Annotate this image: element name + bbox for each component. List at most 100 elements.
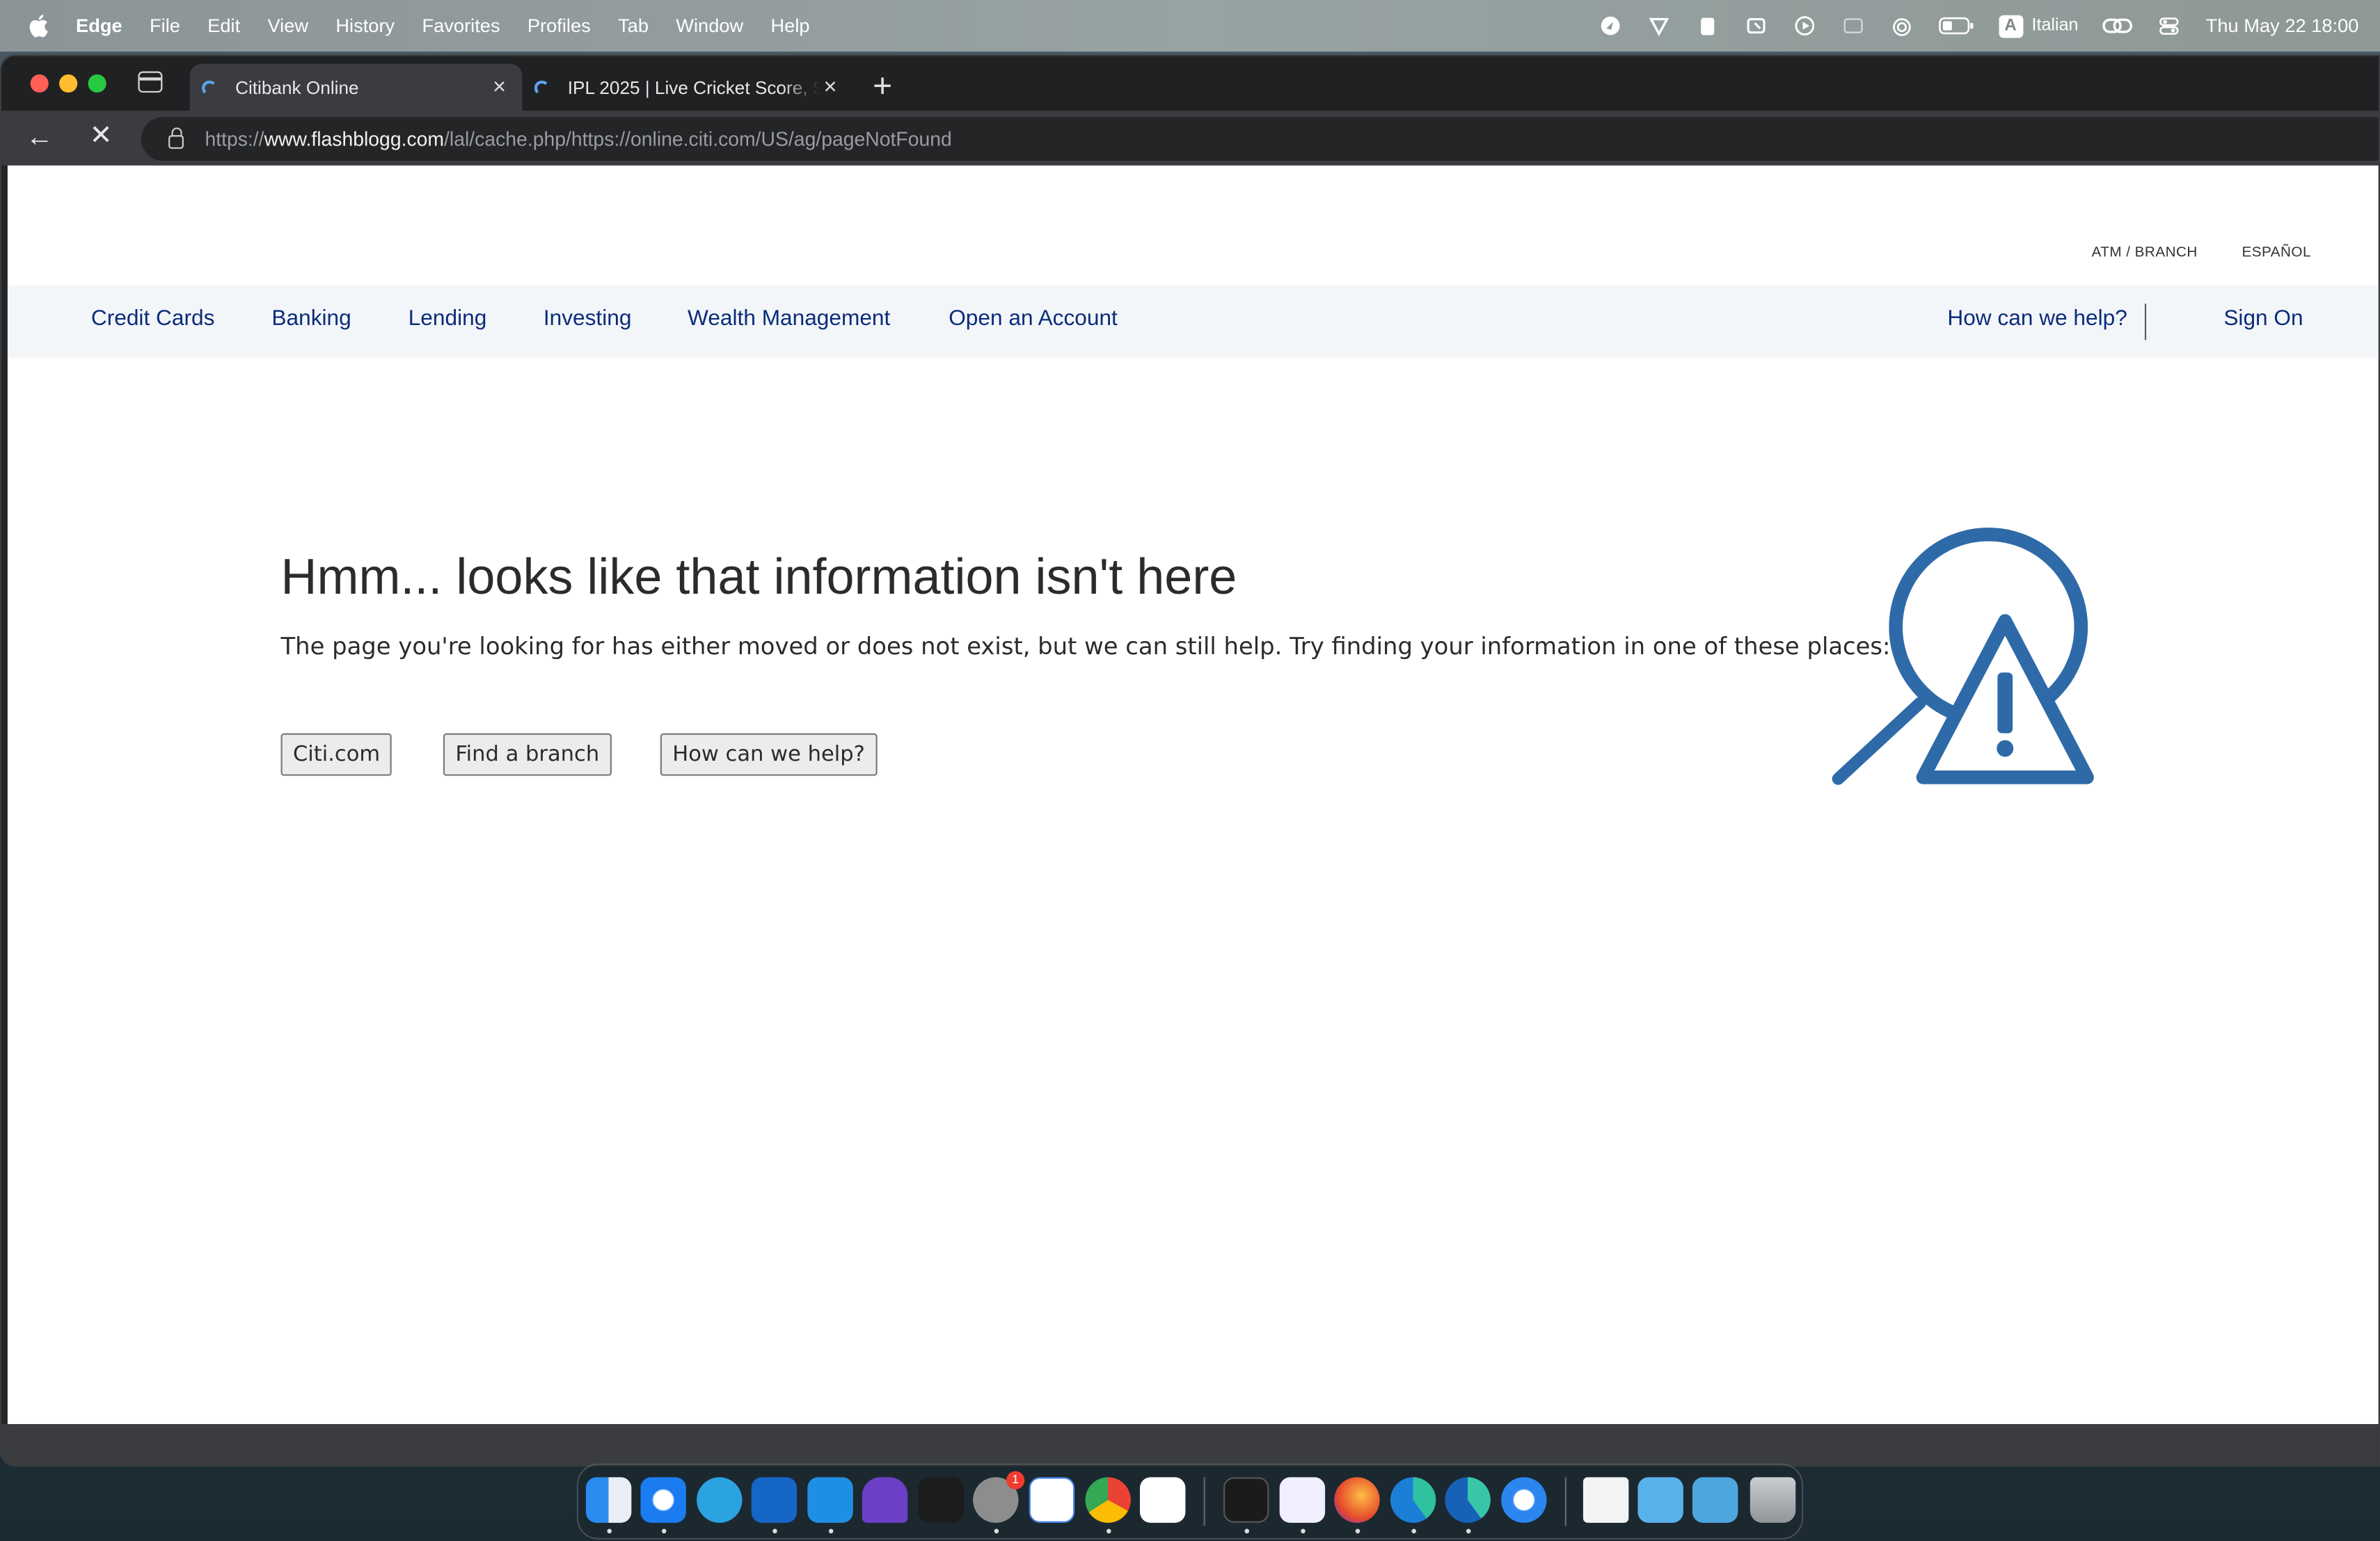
airdrop-status-icon[interactable] <box>1889 15 1914 37</box>
close-tab-icon[interactable]: × <box>820 74 841 100</box>
control-center-icon[interactable] <box>2157 15 2182 37</box>
menu-favorites[interactable]: Favorites <box>422 15 500 37</box>
nav-wealth-management[interactable]: Wealth Management <box>688 307 890 331</box>
clipboard-status-icon[interactable] <box>1695 15 1719 37</box>
running-indicator <box>1244 1528 1250 1534</box>
running-indicator <box>607 1528 612 1534</box>
battery-icon[interactable] <box>1937 15 1974 37</box>
dock: 1 <box>576 1463 1804 1540</box>
lock-icon[interactable] <box>168 127 184 149</box>
sidebar-status-icon[interactable] <box>1841 15 1865 37</box>
docs-icon[interactable] <box>1029 1477 1075 1523</box>
main-nav: Credit Cards Banking Lending Investing W… <box>7 285 2379 356</box>
moodle-icon[interactable] <box>1140 1477 1186 1523</box>
nav-lending[interactable]: Lending <box>408 307 487 331</box>
error-title: Hmm... looks like that information isn't… <box>280 548 1237 605</box>
running-indicator <box>661 1528 667 1534</box>
tab-ipl[interactable]: IPL 2025 | Live Cricket Score, S × <box>522 64 852 111</box>
nav-help[interactable]: How can we help? <box>1947 307 2127 331</box>
link-status-icon[interactable] <box>2102 15 2133 37</box>
safari-alt-icon[interactable] <box>1501 1477 1547 1523</box>
menu-app-name[interactable]: Edge <box>76 15 122 37</box>
trash-icon[interactable] <box>1750 1477 1796 1523</box>
new-tab-button[interactable]: + <box>873 67 892 106</box>
citi-com-button[interactable]: Citi.com <box>280 733 392 776</box>
running-indicator <box>772 1528 777 1534</box>
edge-beta-icon[interactable] <box>1445 1477 1491 1523</box>
menu-edit[interactable]: Edit <box>207 15 240 37</box>
tab-bar: Citibank Online × IPL 2025 | Live Cricke… <box>1 56 2379 111</box>
loading-spinner-icon <box>202 79 217 95</box>
file-icon[interactable] <box>1582 1477 1629 1523</box>
notification-badge: 1 <box>1006 1471 1025 1489</box>
clock[interactable]: Thu May 22 18:00 <box>2206 15 2359 37</box>
chrome-icon[interactable] <box>1085 1477 1131 1523</box>
dock-separator <box>1564 1477 1566 1526</box>
nav-credit-cards[interactable]: Credit Cards <box>91 307 215 331</box>
figma-icon[interactable] <box>918 1477 965 1523</box>
web-page: ATM / BRANCH ESPAÑOL Credit Cards Bankin… <box>7 165 2379 1425</box>
browser-bottom-bar <box>1 1424 2379 1465</box>
find-branch-button[interactable]: Find a branch <box>443 733 612 776</box>
menu-view[interactable]: View <box>267 15 308 37</box>
running-indicator <box>828 1528 834 1534</box>
menu-help[interactable]: Help <box>770 15 809 37</box>
menu-bar: Edge File Edit View History Favorites Pr… <box>0 0 2380 52</box>
address-bar[interactable]: https://www.flashblogg.com/lal/cache.php… <box>141 116 2379 161</box>
outlook-icon[interactable] <box>751 1477 798 1523</box>
play-status-icon[interactable] <box>1792 15 1816 37</box>
navigation-status-icon[interactable] <box>1598 15 1622 37</box>
menu-profiles[interactable]: Profiles <box>527 15 591 37</box>
proton-vpn-icon[interactable] <box>1279 1477 1326 1523</box>
menu-window[interactable]: Window <box>676 15 743 37</box>
activity-monitor-icon[interactable] <box>1223 1477 1269 1523</box>
stop-loading-button[interactable]: ✕ <box>90 120 113 152</box>
folder-icon[interactable] <box>1637 1477 1683 1523</box>
close-tab-icon[interactable]: × <box>489 74 510 100</box>
browser-window: Citibank Online × IPL 2025 | Live Cricke… <box>0 54 2380 1467</box>
nav-banking[interactable]: Banking <box>271 307 351 331</box>
running-indicator <box>1106 1528 1111 1534</box>
nav-divider <box>2144 303 2147 340</box>
running-indicator <box>994 1528 999 1534</box>
magnifier-warning-icon <box>1832 527 2094 785</box>
menu-history[interactable]: History <box>335 15 395 37</box>
tab-title: IPL 2025 | Live Cricket Score, S <box>567 77 820 98</box>
tab-title: Citibank Online <box>235 77 359 98</box>
tab-citibank[interactable]: Citibank Online × <box>189 63 523 111</box>
downloads-folder-icon[interactable] <box>1692 1477 1738 1523</box>
vscode-icon[interactable] <box>807 1477 853 1523</box>
vpn-status-icon[interactable] <box>1647 15 1671 37</box>
zoom-window-button[interactable] <box>88 74 106 93</box>
sign-on-link[interactable]: Sign On <box>2223 307 2303 331</box>
edge-icon[interactable] <box>1390 1477 1436 1523</box>
loading-spinner-icon <box>534 79 550 95</box>
espanol-link[interactable]: ESPAÑOL <box>2242 244 2311 261</box>
dock-separator <box>1203 1477 1205 1526</box>
running-indicator <box>1411 1528 1416 1534</box>
finder-icon[interactable] <box>585 1477 632 1523</box>
atm-branch-link[interactable]: ATM / BRANCH <box>2092 244 2198 261</box>
apple-icon[interactable] <box>27 14 49 38</box>
nav-open-account[interactable]: Open an Account <box>949 307 1118 331</box>
running-indicator <box>1301 1528 1306 1534</box>
input-source-icon[interactable]: A <box>1998 14 2023 38</box>
running-indicator <box>1355 1528 1360 1534</box>
cursor-status-icon[interactable] <box>1743 15 1768 37</box>
input-language[interactable]: Italian <box>2032 17 2079 35</box>
nav-investing[interactable]: Investing <box>544 307 632 331</box>
tab-actions-icon[interactable] <box>138 71 163 93</box>
browser-toolbar: ← ✕ https://www.flashblogg.com/lal/cache… <box>1 111 2379 166</box>
telegram-icon[interactable] <box>697 1477 743 1523</box>
error-description: The page you're looking for has either m… <box>280 633 1891 661</box>
menu-tab[interactable]: Tab <box>618 15 649 37</box>
obsidian-icon[interactable] <box>862 1477 908 1523</box>
minimize-window-button[interactable] <box>59 74 78 93</box>
back-button[interactable]: ← <box>26 122 53 154</box>
close-window-button[interactable] <box>30 74 49 93</box>
url-text[interactable]: https://www.flashblogg.com/lal/cache.php… <box>205 127 951 150</box>
safari-icon[interactable] <box>640 1477 686 1523</box>
how-can-we-help-button[interactable]: How can we help? <box>660 733 878 776</box>
menu-file[interactable]: File <box>150 15 180 37</box>
firefox-icon[interactable] <box>1334 1477 1380 1523</box>
